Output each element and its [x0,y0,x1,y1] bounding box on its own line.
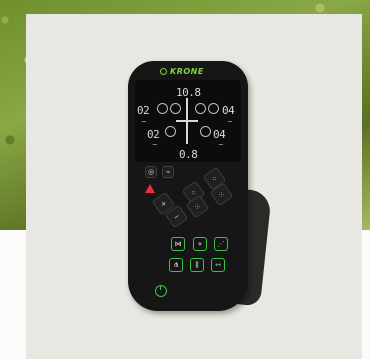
rotor-down-icon: ⁙ [192,201,203,212]
rotor-right-upper-icon [208,103,219,114]
rotor-left-upper-icon [157,103,168,114]
left-lower-tilde: ~ [152,141,158,149]
function-button-6[interactable]: ⇿ [211,258,225,272]
function-button-2[interactable]: ⋄ [193,237,207,251]
right-upper-value: 04 [222,104,235,117]
rotor-center-left-upper-icon [170,103,181,114]
swath-narrow-icon: ⋈ [174,240,182,248]
headland-icon: ⋔ [173,261,179,269]
power-button[interactable] [155,285,167,297]
function-button-5[interactable]: ⫼ [190,258,204,272]
krone-logo: KRONE [160,66,230,76]
field-icon: ⫼ [195,260,199,269]
rotor-right-lower-icon [200,126,211,137]
camera-button[interactable]: ◎ [145,166,157,178]
left-upper-value: 02 [137,104,150,117]
camera-icon: ◎ [147,168,155,176]
swath-wide-icon: ⋄ [197,240,203,248]
rake-mode-button[interactable]: ⌁ [162,166,174,178]
rake-icon: ⌁ [165,168,171,176]
road-icon: ⇿ [215,261,221,269]
function-button-1[interactable]: ⋈ [171,237,185,251]
rotor-down-icon: ⁙ [216,189,227,200]
function-button-4[interactable]: ⋔ [169,258,183,272]
right-lower-value: 04 [213,128,226,141]
transport-icon: ⋰ [217,240,225,248]
minus-icon: − [171,211,182,222]
rotor-center-right-upper-icon [195,103,206,114]
top-value: 10.8 [176,86,201,99]
logo-text: KRONE [170,66,204,76]
left-upper-tilde: ~ [141,118,147,126]
warning-icon [145,184,155,193]
frame-horizontal-icon [176,120,198,122]
right-upper-tilde: ~ [227,118,233,126]
left-lower-value: 02 [147,128,160,141]
rotor-left-lower-icon [165,126,176,137]
bottom-value: 0.8 [179,148,198,161]
right-lower-tilde: ~ [218,141,224,149]
rotor-up-icon: ⁘ [209,173,220,184]
krone-logo-icon [160,67,167,75]
function-button-3[interactable]: ⋰ [214,237,228,251]
plus-icon: + [158,198,169,209]
